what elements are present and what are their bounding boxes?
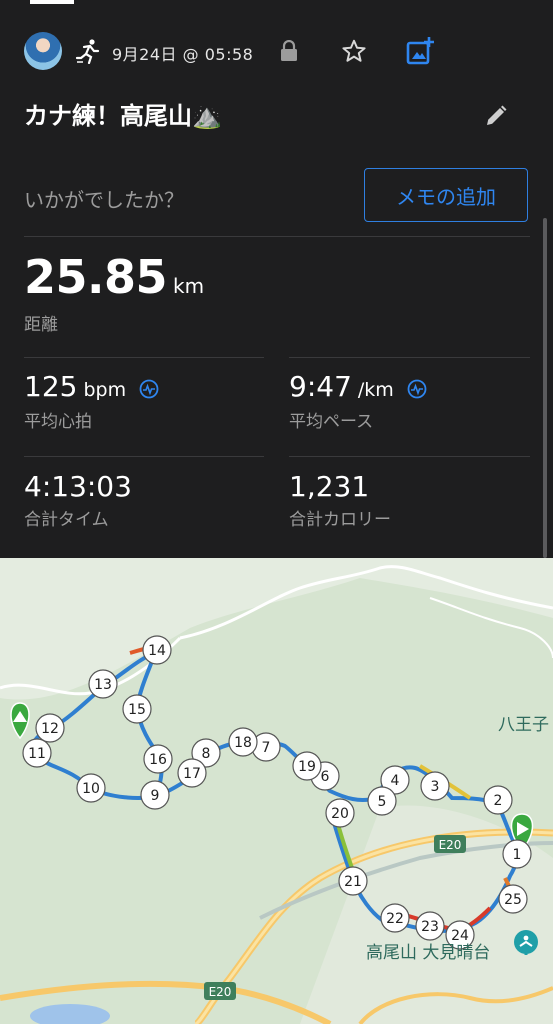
km-marker-label: 3 [431, 779, 440, 795]
avg-pace-value: 9:47 [289, 370, 352, 403]
road-shield-e20-a: E20 [434, 835, 466, 853]
pace-graph-icon[interactable] [407, 379, 427, 399]
divider [289, 357, 530, 358]
avg-pace-label: 平均ペース [289, 411, 374, 432]
km-marker-14[interactable]: 14 [142, 635, 172, 665]
avg-hr-label: 平均心拍 [24, 411, 92, 432]
km-marker-label: 10 [82, 781, 100, 797]
km-marker-label: 15 [128, 702, 146, 718]
km-marker-label: 1 [513, 847, 522, 863]
km-marker-22[interactable]: 22 [380, 903, 410, 933]
km-marker-15[interactable]: 15 [122, 694, 152, 724]
km-marker-label: 19 [298, 759, 316, 775]
calories-stat: 1,231 合計カロリー [289, 470, 391, 530]
km-marker-label: 23 [421, 919, 439, 935]
avatar[interactable] [24, 32, 62, 70]
avg-pace-stat: 9:47/km 平均ペース [289, 370, 427, 432]
km-marker-17[interactable]: 17 [177, 758, 207, 788]
km-marker-label: 8 [202, 746, 211, 762]
km-marker-label: 16 [149, 752, 167, 768]
star-icon[interactable] [341, 38, 367, 64]
total-time-value: 4:13:03 [24, 470, 132, 503]
km-marker-20[interactable]: 20 [325, 798, 355, 828]
total-time-stat: 4:13:03 合計タイム [24, 470, 132, 530]
total-time-label: 合計タイム [24, 510, 109, 530]
km-marker-13[interactable]: 13 [88, 669, 118, 699]
avg-pace-unit: /km [357, 379, 394, 401]
scrollbar[interactable] [543, 218, 547, 558]
calories-label: 合計カロリー [289, 510, 391, 530]
km-marker-23[interactable]: 23 [415, 911, 445, 941]
avg-hr-value: 125 [24, 370, 78, 403]
km-marker-21[interactable]: 21 [338, 866, 368, 896]
km-marker-label: 20 [331, 806, 349, 822]
activity-header: 9月24日 @ 05:58 [0, 28, 553, 76]
km-marker-label: 21 [344, 874, 362, 890]
km-marker-1[interactable]: 1 [502, 839, 532, 869]
km-marker-label: 5 [378, 794, 387, 810]
km-marker-3[interactable]: 3 [420, 771, 450, 801]
lock-icon[interactable] [280, 40, 298, 62]
road-shield-e20-b: E20 [204, 982, 236, 1000]
km-marker-12[interactable]: 12 [35, 713, 65, 743]
divider [24, 236, 530, 237]
km-marker-label: 18 [234, 735, 252, 751]
km-marker-10[interactable]: 10 [76, 773, 106, 803]
km-marker-label: 12 [41, 721, 59, 737]
km-marker-16[interactable]: 16 [143, 744, 173, 774]
calories-value: 1,231 [289, 470, 370, 503]
km-marker-11[interactable]: 11 [22, 738, 52, 768]
km-marker-label: 11 [28, 746, 46, 762]
tab-indicator [30, 0, 74, 4]
avg-hr-unit: bpm [83, 379, 127, 401]
distance-unit: km [173, 274, 205, 298]
km-marker-25[interactable]: 25 [498, 884, 528, 914]
heart-rate-icon[interactable] [139, 379, 159, 399]
km-marker-2[interactable]: 2 [483, 785, 513, 815]
km-marker-label: 6 [321, 769, 330, 785]
km-marker-5[interactable]: 5 [367, 786, 397, 816]
activity-date: 9月24日 @ 05:58 [112, 45, 254, 64]
km-marker-label: 17 [183, 766, 201, 782]
route-map[interactable]: E20 E20 1 2 3 4 5 6 7 8 9 10 11 12 13 14 15 16 17 18 19 20 2… [0, 558, 553, 1024]
run-icon [75, 39, 100, 64]
divider [24, 357, 264, 358]
divider [24, 456, 264, 457]
km-marker-label: 25 [504, 892, 522, 908]
km-marker-label: 7 [262, 740, 271, 756]
km-marker-label: 14 [148, 643, 166, 659]
add-memo-button[interactable]: メモの追加 [364, 168, 528, 222]
km-marker-label: 9 [151, 788, 160, 804]
distance-stat: 25.85 km 距離 [24, 250, 204, 335]
svg-text:E20: E20 [209, 985, 232, 999]
distance-value: 25.85 [24, 250, 168, 304]
km-marker-label: 2 [494, 793, 503, 809]
km-marker-label: 22 [386, 911, 404, 927]
note-row: いかがでしたか？ メモの追加 [0, 165, 553, 225]
km-marker-18[interactable]: 18 [228, 727, 258, 757]
map-label-takaosan: 高尾山 大見晴台 [366, 943, 491, 963]
note-prompt: いかがでしたか？ [24, 188, 184, 212]
avg-hr-stat: 125 bpm 平均心拍 [24, 370, 159, 432]
km-marker-label: 4 [391, 773, 400, 789]
km-marker-9[interactable]: 9 [140, 780, 170, 810]
km-marker-label: 13 [94, 677, 112, 693]
add-photo-icon[interactable] [405, 36, 435, 66]
divider [289, 456, 530, 457]
activity-title: カナ練！高尾山⛰️ [24, 102, 222, 130]
top-bar [0, 0, 553, 4]
distance-label: 距離 [24, 315, 58, 335]
pencil-icon[interactable] [484, 104, 508, 128]
map-label-hachioji: 八王子 [498, 715, 549, 735]
km-marker-19[interactable]: 19 [292, 751, 322, 781]
svg-text:E20: E20 [439, 838, 462, 852]
